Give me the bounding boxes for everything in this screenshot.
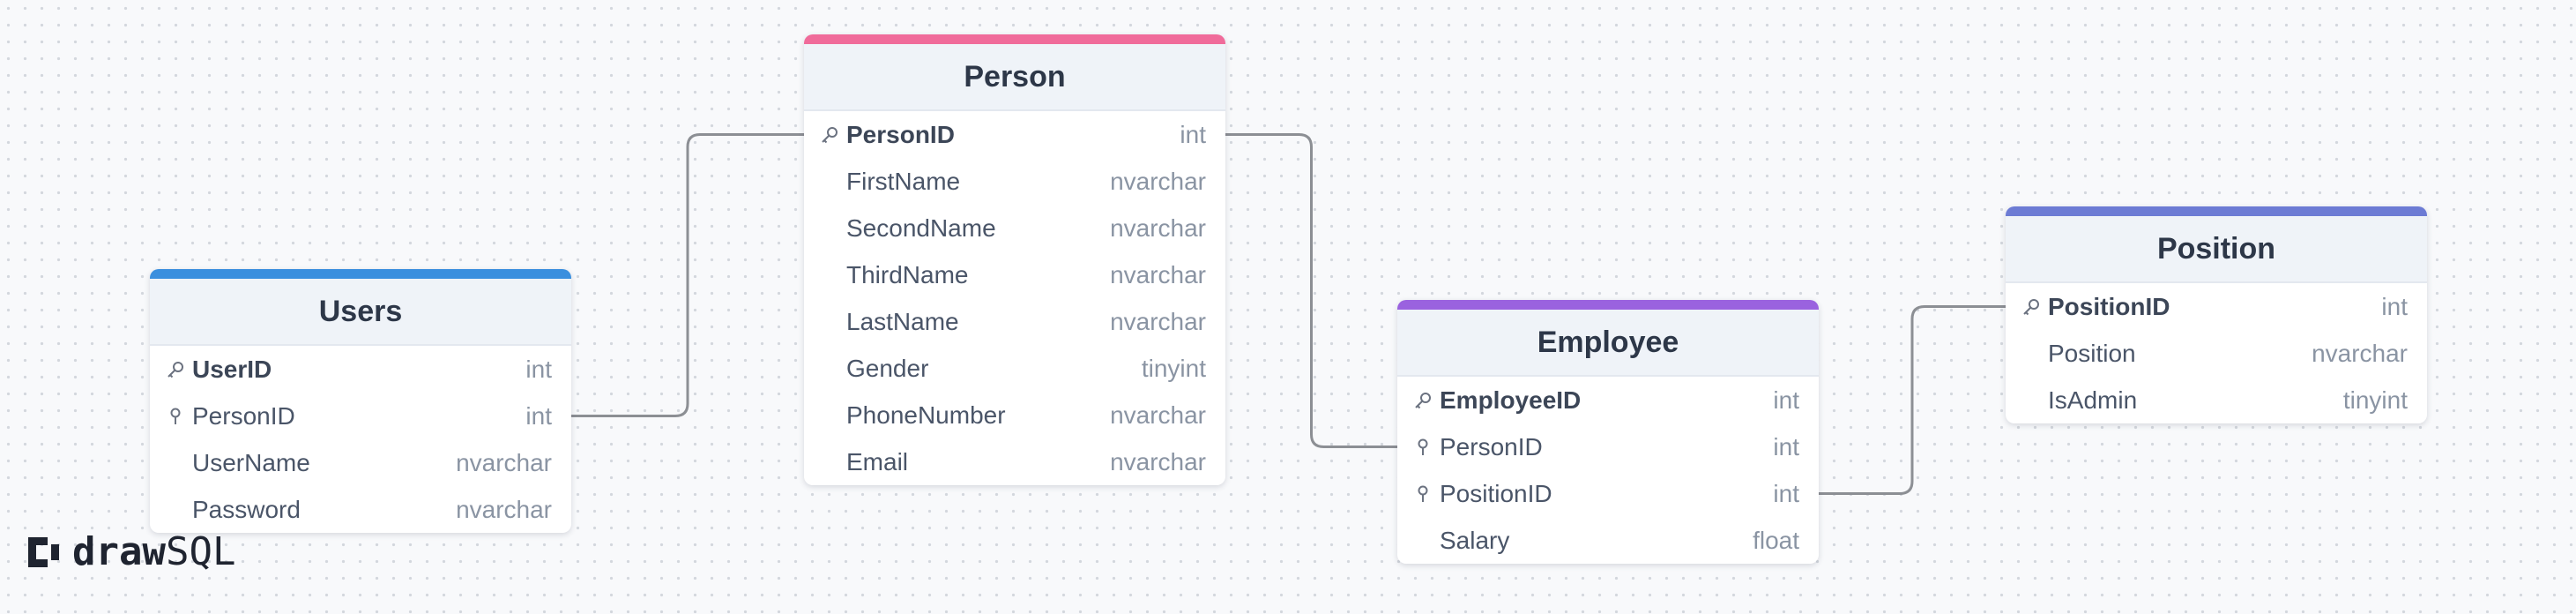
column-name: UserName [192, 448, 310, 476]
primary-key-icon [822, 126, 838, 143]
column-type: int [1773, 432, 1799, 460]
column-name: UserID [192, 355, 272, 383]
column-row[interactable]: Salary float [1397, 517, 1819, 564]
table-header[interactable]: Employee [1397, 300, 1819, 377]
relationship-line-2[interactable] [1819, 305, 2006, 495]
primary-key-icon [168, 361, 183, 378]
column-row[interactable]: LastName nvarchar [804, 298, 1225, 345]
table-employee[interactable]: Employee EmployeeID int PersonID int Position… [1397, 300, 1819, 564]
column-row[interactable]: IsAdmin tinyint [2006, 377, 2427, 423]
column-row[interactable]: Position nvarchar [2006, 330, 2427, 377]
key-slot [1413, 438, 1440, 457]
foreign-key-icon [1418, 485, 1428, 502]
relationship-line-0[interactable] [571, 133, 804, 417]
drawsql-logo-icon [28, 536, 59, 567]
table-title: Position [2156, 231, 2276, 266]
key-slot [1413, 391, 1440, 410]
table-header[interactable]: Users [150, 269, 571, 346]
column-name: ThirdName [846, 260, 969, 288]
column-row[interactable]: UserID int [150, 346, 571, 393]
table-person[interactable]: Person PersonID int FirstName nvarchar Second… [804, 34, 1225, 485]
key-slot [2021, 297, 2048, 317]
column-type: nvarchar [1110, 260, 1206, 288]
key-slot [166, 407, 192, 426]
column-name: SecondName [846, 213, 996, 242]
column-row[interactable]: UserName nvarchar [150, 439, 571, 486]
foreign-key-icon [170, 408, 181, 424]
column-type: int [525, 355, 552, 383]
column-type: nvarchar [1110, 447, 1206, 475]
table-header[interactable]: Position [2006, 206, 2427, 283]
column-type: int [525, 401, 552, 430]
column-row[interactable]: EmployeeID int [1397, 377, 1819, 423]
column-name: PersonID [1440, 432, 1543, 460]
column-row[interactable]: SecondName nvarchar [804, 205, 1225, 251]
column-type: nvarchar [1110, 167, 1206, 195]
primary-key-icon [2023, 298, 2039, 315]
column-type: int [2381, 292, 2408, 320]
column-name: PhoneNumber [846, 401, 1006, 429]
column-type: int [1773, 386, 1799, 414]
foreign-key-icon [1418, 438, 1428, 455]
drawsql-logo[interactable]: drawSQL [25, 529, 235, 574]
column-name: Position [2048, 339, 2136, 367]
column-row[interactable]: Email nvarchar [804, 438, 1225, 485]
key-slot [820, 125, 846, 145]
column-row[interactable]: PersonID int [804, 111, 1225, 158]
column-row[interactable]: PositionID int [1397, 470, 1819, 517]
column-type: nvarchar [2312, 339, 2408, 367]
column-type: nvarchar [456, 448, 552, 476]
table-header[interactable]: Person [804, 34, 1225, 111]
column-type: tinyint [2342, 386, 2408, 414]
column-row[interactable]: Gender tinyint [804, 345, 1225, 392]
column-name: Gender [846, 354, 929, 382]
column-type: int [1773, 479, 1799, 507]
column-name: FirstName [846, 167, 961, 195]
table-title: Employee [1537, 325, 1679, 359]
column-row[interactable]: ThirdName nvarchar [804, 251, 1225, 298]
table-users[interactable]: Users UserID int PersonID int UserName nvarcha… [150, 269, 571, 533]
column-name: Salary [1440, 526, 1510, 554]
column-type: int [1180, 120, 1206, 148]
column-row[interactable]: Password nvarchar [150, 486, 571, 533]
column-type: tinyint [1141, 354, 1206, 382]
column-name: EmployeeID [1440, 386, 1582, 414]
column-name: Password [192, 495, 301, 523]
table-title: Users [318, 294, 403, 328]
table-title: Person [964, 59, 1066, 94]
drawsql-logo-text: drawSQL [72, 529, 235, 574]
logo-word-draw: draw [72, 529, 166, 574]
column-type: nvarchar [1110, 307, 1206, 335]
column-name: PersonID [192, 401, 295, 430]
column-row[interactable]: PersonID int [150, 393, 571, 439]
key-slot [166, 360, 192, 379]
column-type: nvarchar [1110, 401, 1206, 429]
column-type: nvarchar [456, 495, 552, 523]
column-name: PositionID [2048, 292, 2170, 320]
column-row[interactable]: PhoneNumber nvarchar [804, 392, 1225, 438]
key-slot [1413, 484, 1440, 504]
relationship-line-1[interactable] [1225, 133, 1397, 448]
primary-key-icon [1415, 392, 1431, 408]
column-name: LastName [846, 307, 959, 335]
column-row[interactable]: PositionID int [2006, 283, 2427, 330]
column-name: PersonID [846, 120, 955, 148]
table-position[interactable]: Position PositionID int Position nvarchar IsA… [2006, 206, 2427, 423]
column-row[interactable]: FirstName nvarchar [804, 158, 1225, 205]
column-row[interactable]: PersonID int [1397, 423, 1819, 470]
logo-word-sql: SQL [165, 529, 236, 574]
column-name: PositionID [1440, 479, 1552, 507]
column-type: nvarchar [1110, 213, 1206, 242]
column-name: IsAdmin [2048, 386, 2138, 414]
column-name: Email [846, 447, 909, 475]
column-type: float [1753, 526, 1799, 554]
